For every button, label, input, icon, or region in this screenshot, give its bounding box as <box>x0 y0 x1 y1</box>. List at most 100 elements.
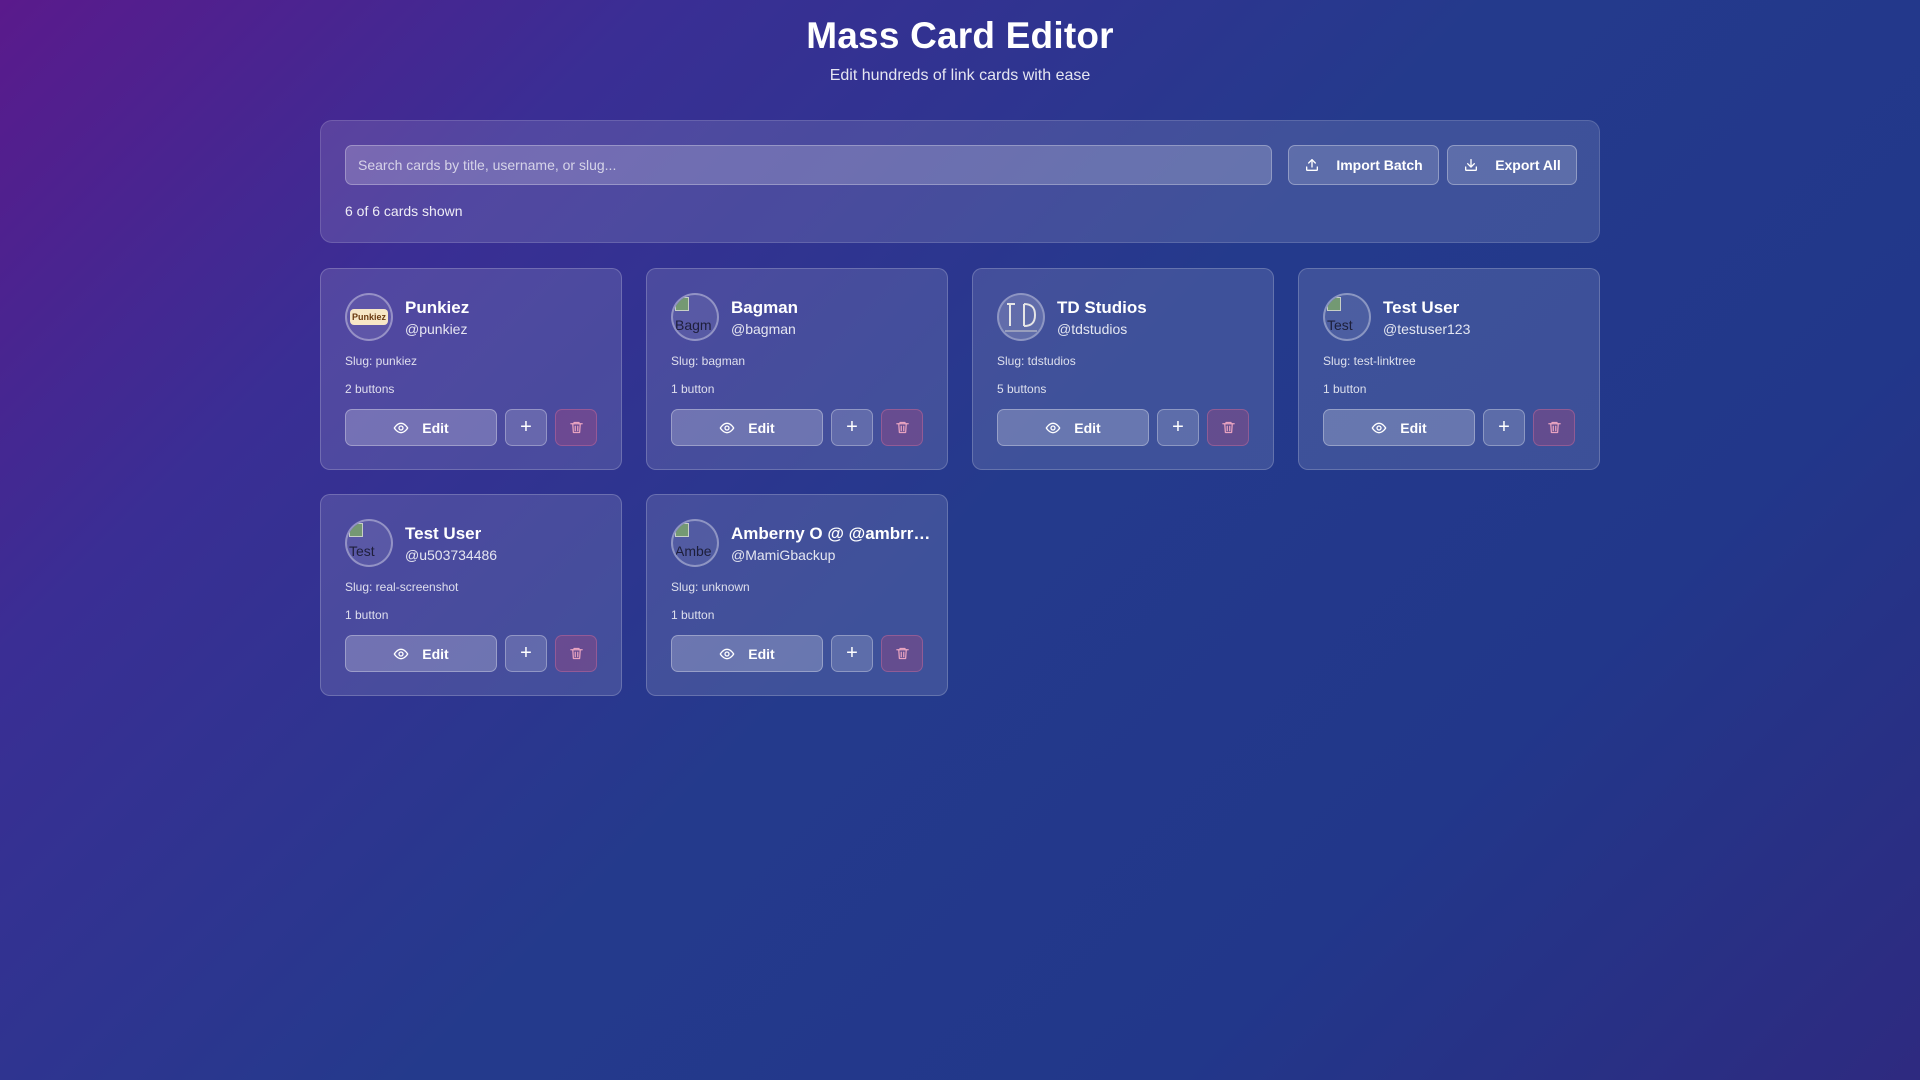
edit-button[interactable]: Edit <box>1323 409 1475 446</box>
download-icon <box>1465 159 1478 171</box>
avatar: Bagm <box>671 293 719 341</box>
card-slug: Slug: real-screenshot <box>345 580 459 594</box>
trash-icon <box>1221 421 1235 434</box>
import-batch-label: Import Batch <box>1336 157 1423 173</box>
card-button-count: 1 button <box>671 608 715 622</box>
avatar: Ambe <box>671 519 719 567</box>
plus-icon: + <box>1498 416 1510 438</box>
avatar-alt-text: Test <box>349 543 375 559</box>
add-button[interactable]: + <box>505 635 547 672</box>
card-username: @testuser123 <box>1383 321 1471 337</box>
card-username: @MamiGbackup <box>731 547 836 563</box>
trash-icon <box>895 421 909 434</box>
card-button-count: 2 buttons <box>345 382 395 396</box>
add-button[interactable]: + <box>1483 409 1525 446</box>
page-subtitle: Edit hundreds of link cards with ease <box>829 67 1091 84</box>
punkiez-logo: Punkiez <box>350 309 388 325</box>
broken-image-icon <box>675 297 689 311</box>
broken-image-icon <box>349 523 363 537</box>
trash-icon <box>895 647 909 660</box>
card-title: Test User <box>405 524 482 543</box>
plus-icon: + <box>520 642 532 664</box>
page-header: Mass Card Editor Edit hundreds of link c… <box>0 0 1920 85</box>
card-username: @u503734486 <box>405 547 498 563</box>
td-studios-logo <box>999 295 1043 339</box>
add-button[interactable]: + <box>505 409 547 446</box>
add-button[interactable]: + <box>1157 409 1199 446</box>
import-batch-button[interactable]: Import Batch <box>1288 145 1439 185</box>
cards-count: 6 of 6 cards shown <box>345 203 463 219</box>
link-card: Ambe Amberny O @ @ambrrr... @MamiGbackup Sl… <box>646 494 948 696</box>
upload-icon <box>1306 159 1319 171</box>
eye-icon <box>719 422 735 433</box>
search-input[interactable] <box>345 145 1272 185</box>
toolbar-panel: Import Batch Export All 6 of 6 cards sho… <box>320 120 1600 243</box>
plus-icon: + <box>846 416 858 438</box>
avatar-alt-text: Bagm <box>675 317 712 333</box>
edit-label: Edit <box>422 645 449 662</box>
card-slug: Slug: tdstudios <box>997 354 1076 368</box>
card-title: Test User <box>1383 298 1460 317</box>
card-username: @tdstudios <box>1057 321 1128 337</box>
eye-icon <box>1045 422 1061 433</box>
eye-icon <box>393 648 409 659</box>
edit-label: Edit <box>748 645 775 662</box>
edit-button[interactable]: Edit <box>997 409 1149 446</box>
card-slug: Slug: unknown <box>671 580 750 594</box>
trash-icon <box>569 421 583 434</box>
export-all-button[interactable]: Export All <box>1447 145 1577 185</box>
eye-icon <box>719 648 735 659</box>
card-slug: Slug: bagman <box>671 354 746 368</box>
trash-icon <box>1547 421 1561 434</box>
link-card: Punkiez Punkiez @punkiez Slug: punkiez 2 but… <box>320 268 622 470</box>
avatar-alt-text: Test <box>1327 317 1353 333</box>
add-button[interactable]: + <box>831 635 873 672</box>
card-title: Punkiez <box>405 298 470 317</box>
plus-icon: + <box>846 642 858 664</box>
link-card: Bagm Bagman @bagman Slug: bagman 1 button Edi… <box>646 268 948 470</box>
delete-button[interactable] <box>1533 409 1575 446</box>
edit-button[interactable]: Edit <box>345 409 497 446</box>
card-button-count: 1 button <box>345 608 389 622</box>
card-title: TD Studios <box>1057 298 1147 317</box>
edit-label: Edit <box>422 419 449 436</box>
card-button-count: 1 button <box>671 382 715 396</box>
avatar: Test <box>345 519 393 567</box>
edit-button[interactable]: Edit <box>671 409 823 446</box>
avatar <box>997 293 1045 341</box>
plus-icon: + <box>1172 416 1184 438</box>
avatar-alt-text: Ambe <box>675 543 712 559</box>
edit-button[interactable]: Edit <box>345 635 497 672</box>
edit-label: Edit <box>1074 419 1101 436</box>
card-button-count: 5 buttons <box>997 382 1047 396</box>
delete-button[interactable] <box>1207 409 1249 446</box>
broken-image-icon <box>1327 297 1341 311</box>
eye-icon <box>1371 422 1387 433</box>
delete-button[interactable] <box>555 635 597 672</box>
delete-button[interactable] <box>881 409 923 446</box>
avatar: Punkiez <box>345 293 393 341</box>
delete-button[interactable] <box>555 409 597 446</box>
delete-button[interactable] <box>881 635 923 672</box>
card-slug: Slug: test-linktree <box>1323 354 1416 368</box>
eye-icon <box>393 422 409 433</box>
card-title: Bagman <box>731 298 799 317</box>
card-username: @bagman <box>731 321 796 337</box>
card-username: @punkiez <box>405 321 468 337</box>
page-title: Mass Card Editor <box>806 15 1114 56</box>
avatar: Test <box>1323 293 1371 341</box>
edit-label: Edit <box>1400 419 1427 436</box>
link-card: TD Studios @tdstudios Slug: tdstudios 5 but… <box>972 268 1274 470</box>
trash-icon <box>569 647 583 660</box>
plus-icon: + <box>520 416 532 438</box>
edit-label: Edit <box>748 419 775 436</box>
link-card: Test Test User @u503734486 Slug: real-scree… <box>320 494 622 696</box>
card-button-count: 1 button <box>1323 382 1367 396</box>
link-card: Test Test User @testuser123 Slug: test-link… <box>1298 268 1600 470</box>
edit-button[interactable]: Edit <box>671 635 823 672</box>
add-button[interactable]: + <box>831 409 873 446</box>
card-title: Amberny O @ @ambrrr... <box>731 524 931 543</box>
broken-image-icon <box>675 523 689 537</box>
card-slug: Slug: punkiez <box>345 354 418 368</box>
export-all-label: Export All <box>1495 157 1561 173</box>
